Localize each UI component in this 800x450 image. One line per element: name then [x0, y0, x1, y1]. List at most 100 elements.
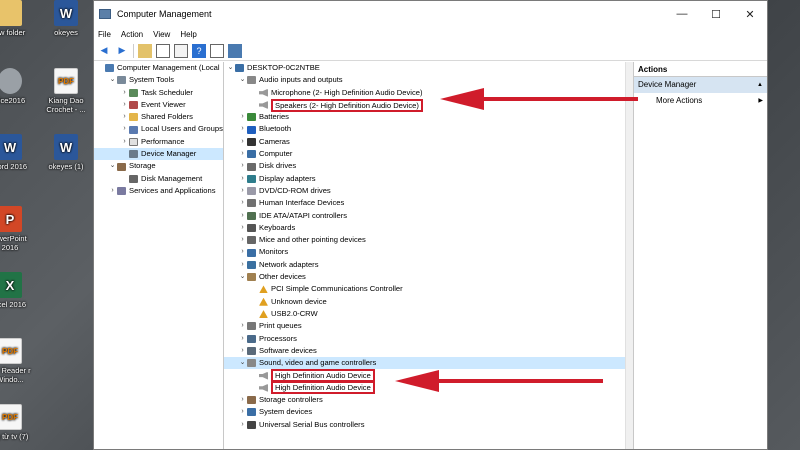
- monitor-icon: [247, 408, 256, 417]
- tree-item-services-and-applications[interactable]: › Services and Applications: [94, 185, 223, 197]
- tree-item-shared-folders[interactable]: › Shared Folders: [94, 111, 223, 123]
- vertical-scrollbar[interactable]: [625, 62, 633, 449]
- chevron-right-icon[interactable]: ›: [238, 333, 247, 345]
- chevron-right-icon[interactable]: ›: [238, 246, 247, 258]
- tree-item-monitors[interactable]: › Monitors: [224, 246, 633, 258]
- chevron-right-icon[interactable]: ›: [238, 185, 247, 197]
- chevron-down-icon[interactable]: ⌄: [226, 62, 235, 74]
- chevron-right-icon[interactable]: ›: [120, 136, 129, 148]
- desktop-icon-5[interactable]: Wokeyes (1): [44, 134, 88, 171]
- tree-item-computer[interactable]: › Computer: [224, 148, 633, 160]
- chevron-down-icon[interactable]: ⌄: [108, 74, 117, 86]
- chevron-right-icon[interactable]: ›: [238, 259, 247, 271]
- properties-icon[interactable]: [174, 43, 188, 58]
- chevron-right-icon[interactable]: ›: [238, 173, 247, 185]
- chevron-down-icon[interactable]: ⌄: [238, 271, 247, 283]
- tree-item-unknown-device[interactable]: Unknown device: [224, 296, 633, 308]
- tree-item-bluetooth[interactable]: › Bluetooth: [224, 123, 633, 135]
- tree-item-human-interface-devices[interactable]: › Human Interface Devices: [224, 197, 633, 209]
- desktop-icon-4[interactable]: W Vord 2016: [0, 134, 32, 171]
- tree-item-device-manager[interactable]: Device Manager: [94, 148, 223, 161]
- forward-icon[interactable]: ▶: [115, 44, 129, 58]
- chevron-right-icon[interactable]: ›: [238, 320, 247, 332]
- more-actions-item[interactable]: More Actions ▶: [634, 93, 767, 109]
- chevron-right-icon[interactable]: ›: [238, 210, 247, 222]
- desktop-icon-9[interactable]: PDF ng từ tv (7): [0, 404, 32, 441]
- chevron-right-icon[interactable]: ›: [238, 111, 247, 123]
- desktop-icon-3[interactable]: PDF Kiang Dao Crochet - ...: [44, 68, 88, 114]
- tree-item-audio-inputs-and-outputs[interactable]: ⌄ Audio inputs and outputs: [224, 74, 633, 86]
- menu-help[interactable]: Help: [180, 30, 196, 39]
- minimize-button[interactable]: —: [665, 1, 699, 27]
- maximize-button[interactable]: ☐: [699, 1, 733, 27]
- show-hide-tree-icon[interactable]: [156, 43, 170, 58]
- tree-item-local-users-and-groups[interactable]: › Local Users and Groups: [94, 123, 223, 135]
- tree-item-performance[interactable]: › Performance: [94, 136, 223, 148]
- chevron-right-icon[interactable]: ›: [238, 148, 247, 160]
- tree-item-system-devices[interactable]: › System devices: [224, 406, 633, 418]
- tree-item-task-scheduler[interactable]: › Task Scheduler: [94, 87, 223, 99]
- tree-item-display-adapters[interactable]: › Display adapters: [224, 173, 633, 185]
- desktop-icon-1[interactable]: Wokeyes: [44, 0, 88, 37]
- tree-item-cameras[interactable]: › Cameras: [224, 136, 633, 148]
- action-pane-icon[interactable]: [210, 43, 224, 58]
- tree-item-label: Sound, video and game controllers: [259, 358, 377, 368]
- tree-item-software-devices[interactable]: › Software devices: [224, 345, 633, 357]
- chevron-right-icon[interactable]: ›: [238, 136, 247, 148]
- menu-file[interactable]: File: [98, 30, 111, 39]
- chevron-right-icon[interactable]: ›: [238, 123, 247, 135]
- tree-item-processors[interactable]: › Processors: [224, 333, 633, 345]
- actions-section-device-manager[interactable]: Device Manager ▲: [634, 77, 767, 93]
- tree-item-event-viewer[interactable]: › Event Viewer: [94, 99, 223, 111]
- tree-item-pci-simple-communications-controller[interactable]: PCI Simple Communications Controller: [224, 283, 633, 295]
- chevron-right-icon[interactable]: ›: [108, 185, 117, 197]
- chevron-down-icon[interactable]: ⌄: [238, 357, 247, 369]
- chevron-right-icon[interactable]: ›: [238, 160, 247, 172]
- chevron-down-icon[interactable]: ⌄: [238, 74, 247, 86]
- chevron-right-icon[interactable]: ›: [120, 99, 129, 111]
- chevron-right-icon[interactable]: ›: [238, 197, 247, 209]
- chevron-right-icon[interactable]: ›: [238, 406, 247, 418]
- tree-item-disk-management[interactable]: Disk Management: [94, 173, 223, 185]
- tree-item-other-devices[interactable]: ⌄ Other devices: [224, 271, 633, 283]
- tree-item-desktop-0c2ntbe[interactable]: ⌄ DESKTOP-0C2NTBE: [224, 62, 633, 74]
- close-button[interactable]: ✕: [733, 1, 767, 27]
- tree-item-universal-serial-bus-controllers[interactable]: › Universal Serial Bus controllers: [224, 419, 633, 431]
- tree-item-batteries[interactable]: › Batteries: [224, 111, 633, 123]
- chevron-right-icon[interactable]: ›: [120, 87, 129, 99]
- chevron-right-icon[interactable]: ›: [120, 123, 129, 135]
- chevron-down-icon[interactable]: ⌄: [108, 160, 117, 172]
- chevron-right-icon[interactable]: ›: [238, 345, 247, 357]
- tree-item-print-queues[interactable]: › Print queues: [224, 320, 633, 332]
- tree-item-ide-ata-atapi-controllers[interactable]: › IDE ATA/ATAPI controllers: [224, 210, 633, 222]
- tree-item-usb2-0-crw[interactable]: USB2.0-CRW: [224, 308, 633, 320]
- title-bar[interactable]: Computer Management — ☐ ✕: [94, 1, 767, 27]
- menu-view[interactable]: View: [153, 30, 170, 39]
- tree-item-label: Mice and other pointing devices: [259, 235, 366, 245]
- tree-item-mice-and-other-pointing-devices[interactable]: › Mice and other pointing devices: [224, 234, 633, 246]
- tree-item-dvd-cd-rom-drives[interactable]: › DVD/CD-ROM drives: [224, 185, 633, 197]
- help-icon[interactable]: ?: [192, 43, 206, 58]
- monitor-icon[interactable]: [228, 43, 242, 58]
- collapse-icon[interactable]: ▲: [757, 77, 763, 93]
- menu-action[interactable]: Action: [121, 30, 143, 39]
- tree-item-system-tools[interactable]: ⌄ System Tools: [94, 74, 223, 86]
- tree-item-disk-drives[interactable]: › Disk drives: [224, 160, 633, 172]
- up-folder-icon[interactable]: [138, 43, 152, 58]
- desktop-icon-8[interactable]: PDF DF Reader r Windo...: [0, 338, 32, 384]
- tree-item-network-adapters[interactable]: › Network adapters: [224, 259, 633, 271]
- desktop-icon-7[interactable]: Xxcel 2016: [0, 272, 32, 309]
- desktop-icon-0[interactable]: ew folder: [0, 0, 32, 37]
- chevron-right-icon[interactable]: ›: [120, 111, 129, 123]
- tree-item-keyboards[interactable]: › Keyboards: [224, 222, 633, 234]
- chevron-right-icon[interactable]: ›: [238, 394, 247, 406]
- chevron-right-icon[interactable]: ›: [238, 234, 247, 246]
- tree-item-storage-controllers[interactable]: › Storage controllers: [224, 394, 633, 406]
- chevron-right-icon[interactable]: ›: [238, 419, 247, 431]
- chevron-right-icon[interactable]: ›: [238, 222, 247, 234]
- desktop-icon-2[interactable]: ffice2016: [0, 68, 32, 105]
- tree-item-storage[interactable]: ⌄ Storage: [94, 160, 223, 172]
- tree-item-computer-management-local[interactable]: Computer Management (Local: [94, 62, 223, 74]
- desktop-icon-6[interactable]: PowerPoint 2016: [0, 206, 32, 252]
- back-icon[interactable]: ◀: [97, 44, 111, 58]
